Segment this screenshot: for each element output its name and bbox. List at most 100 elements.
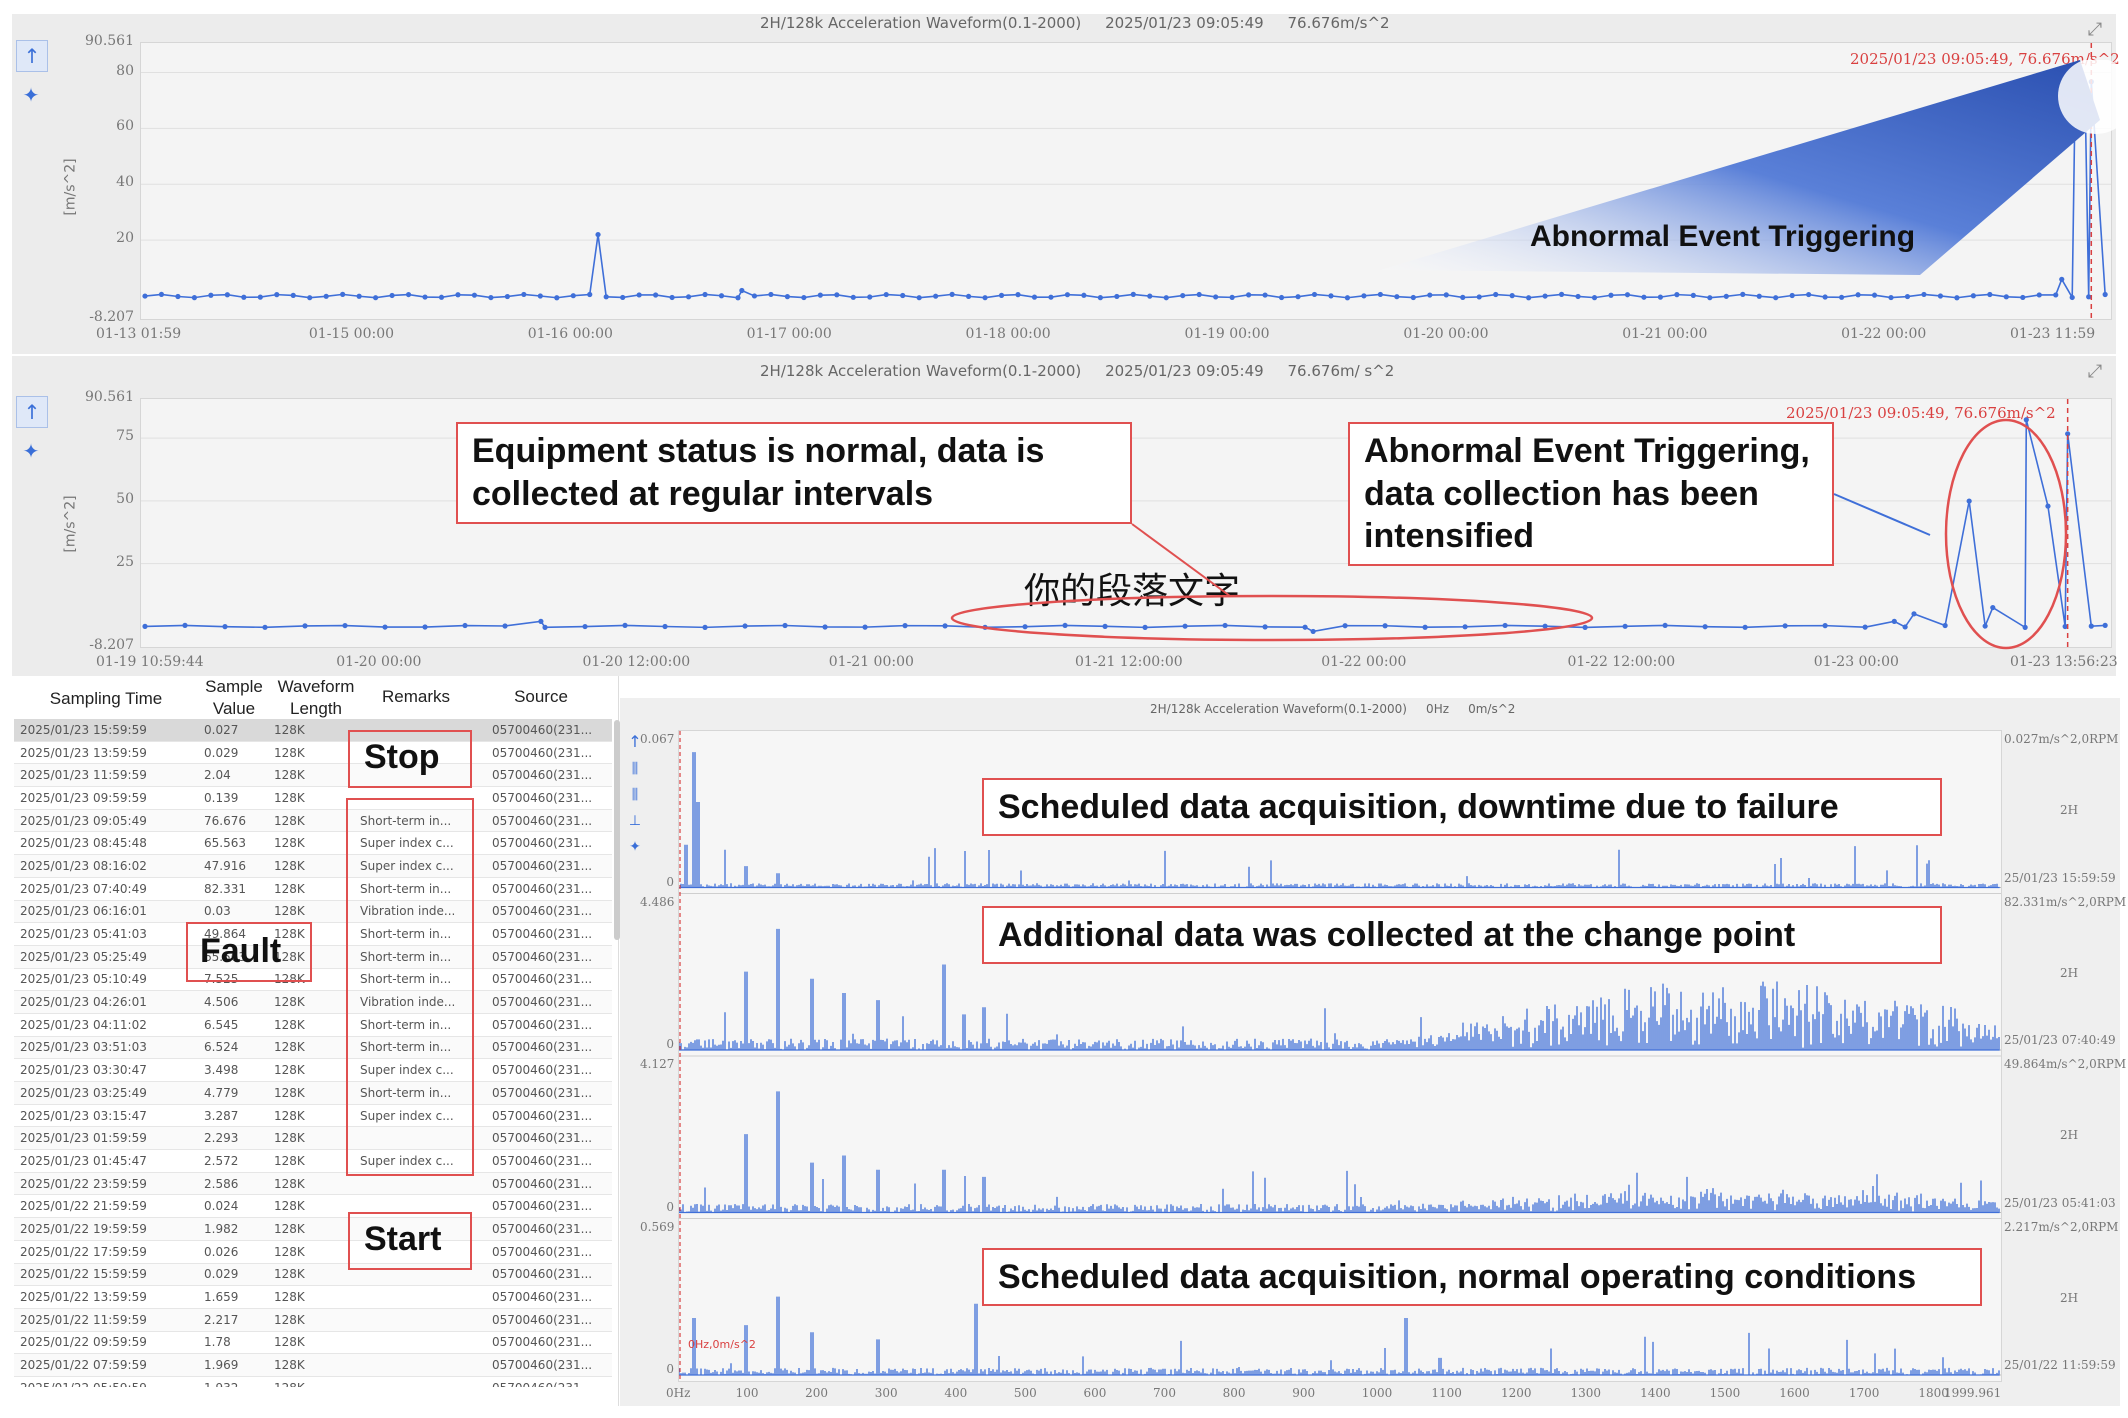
table-row[interactable]: 2025/01/22 19:59:59 1.982 128K 05700460(231… bbox=[14, 1217, 612, 1241]
side-value-label: 82.331m/s^2,0RPM bbox=[2004, 894, 2127, 909]
cell-value: 47.916 bbox=[198, 854, 268, 878]
table-row[interactable]: 2025/01/23 06:16:01 0.03 128K Vibration ind… bbox=[14, 900, 612, 924]
cell-value: 6.524 bbox=[198, 1036, 268, 1060]
crosshair-icon[interactable]: ✦ bbox=[620, 832, 650, 862]
table-row[interactable]: 2025/01/23 04:26:01 4.506 128K Vibration in… bbox=[14, 990, 612, 1014]
normal-conditions-callout: Scheduled data acquisition, normal opera… bbox=[982, 1248, 1982, 1306]
table-row[interactable]: 2025/01/23 01:59:59 2.293 128K 05700460(231… bbox=[14, 1126, 612, 1151]
cell-value: 1.659 bbox=[198, 1285, 268, 1309]
cell-length: 128K bbox=[268, 1353, 354, 1377]
cell-time: 2025/01/22 11:59:59 bbox=[14, 1308, 198, 1332]
downtime-callout: Scheduled data acquisition, downtime due… bbox=[982, 778, 1942, 836]
col-header-remarks[interactable]: Remarks bbox=[366, 686, 466, 708]
cell-source: 05700460(231... bbox=[486, 968, 612, 992]
x-tick-label: 1200 bbox=[1500, 1386, 1532, 1400]
side-channel-label: 2H bbox=[2060, 1290, 2079, 1305]
table-row[interactable]: 2025/01/22 11:59:59 2.217 128K 05700460(231… bbox=[14, 1308, 612, 1332]
cell-value: 0.139 bbox=[198, 786, 268, 810]
cell-time: 2025/01/22 17:59:59 bbox=[14, 1240, 198, 1264]
table-row[interactable]: 2025/01/23 03:51:03 6.524 128K Short-term i… bbox=[14, 1036, 612, 1060]
y-max-label: 4.127 bbox=[640, 1057, 675, 1071]
cell-time: 2025/01/23 15:59:59 bbox=[14, 719, 198, 742]
col-header-time[interactable]: Sampling Time bbox=[36, 688, 176, 710]
cell-length: 128K bbox=[268, 1013, 354, 1037]
cell-length: 128K bbox=[268, 741, 354, 765]
table-row[interactable]: 2025/01/22 17:59:59 0.026 128K 05700460(231… bbox=[14, 1240, 612, 1264]
x-tick-label: 200 bbox=[805, 1386, 829, 1400]
x-tick-label: 800 bbox=[1222, 1386, 1246, 1400]
table-row[interactable]: 2025/01/22 15:59:59 0.029 128K 05700460(231… bbox=[14, 1263, 612, 1287]
cell-remarks bbox=[354, 1331, 486, 1355]
cell-source: 05700460(231... bbox=[486, 1331, 612, 1355]
cell-time: 2025/01/23 01:45:47 bbox=[14, 1149, 198, 1173]
cell-value: 3.498 bbox=[198, 1058, 268, 1082]
start-label: Start bbox=[364, 1220, 442, 1258]
x-tick-label: 1500 bbox=[1709, 1386, 1741, 1400]
cell-source: 05700460(231... bbox=[486, 719, 612, 742]
table-row[interactable]: 2025/01/23 09:59:59 0.139 128K 05700460(231… bbox=[14, 786, 612, 810]
x-tick-label: 300 bbox=[874, 1386, 898, 1400]
table-row[interactable]: 2025/01/22 21:59:59 0.024 128K 05700460(231… bbox=[14, 1194, 612, 1219]
cell-length: 128K bbox=[268, 1104, 354, 1128]
cell-value: 2.293 bbox=[198, 1126, 268, 1151]
cell-length: 128K bbox=[268, 809, 354, 833]
annotation-overlay bbox=[950, 418, 2068, 650]
table-row[interactable]: 2025/01/23 05:25:49 65.563 128K Short-term … bbox=[14, 945, 612, 969]
cell-value: 2.586 bbox=[198, 1172, 268, 1196]
side-value-label: 0.027m/s^2,0RPM bbox=[2004, 732, 2119, 746]
side-time-label: 25/01/22 11:59:59 bbox=[2004, 1358, 2116, 1372]
cell-source: 05700460(231... bbox=[486, 1376, 612, 1387]
table-row[interactable]: 2025/01/23 08:45:48 65.563 128K Super index… bbox=[14, 831, 612, 856]
y-max-label: 0.569 bbox=[640, 1219, 675, 1234]
side-channel-label: 2H bbox=[2060, 1128, 2079, 1143]
col-header-value[interactable]: Sample Value bbox=[194, 676, 274, 720]
cell-time: 2025/01/22 23:59:59 bbox=[14, 1172, 198, 1196]
table-row[interactable]: 2025/01/23 07:40:49 82.331 128K Short-term … bbox=[14, 877, 612, 901]
cell-time: 2025/01/22 05:59:59 bbox=[14, 1376, 198, 1387]
table-row[interactable]: 2025/01/23 03:30:47 3.498 128K Super index … bbox=[14, 1058, 612, 1082]
table-row[interactable]: 2025/01/22 13:59:59 1.659 128K 05700460(231… bbox=[14, 1285, 612, 1309]
cell-time: 2025/01/23 07:40:49 bbox=[14, 877, 198, 901]
cell-time: 2025/01/23 13:59:59 bbox=[14, 741, 198, 765]
cell-source: 05700460(231... bbox=[486, 786, 612, 810]
table-row[interactable]: 2025/01/22 23:59:59 2.586 128K 05700460(231… bbox=[14, 1172, 612, 1196]
table-row[interactable]: 2025/01/23 13:59:59 0.029 128K 05700460(231… bbox=[14, 741, 612, 765]
cell-value: 6.545 bbox=[198, 1013, 268, 1037]
cell-length: 128K bbox=[268, 1331, 354, 1355]
table-row[interactable]: 2025/01/23 03:25:49 4.779 128K Short-term i… bbox=[14, 1081, 612, 1105]
cell-value: 1.982 bbox=[198, 1217, 268, 1241]
table-row[interactable]: 2025/01/23 05:41:03 49.864 128K Short-term … bbox=[14, 922, 612, 946]
table-row[interactable]: 2025/01/23 11:59:59 2.04 128K 05700460(231.… bbox=[14, 763, 612, 788]
cell-length: 128K bbox=[268, 831, 354, 856]
table-row[interactable]: 2025/01/23 09:05:49 76.676 128K Short-term … bbox=[14, 809, 612, 833]
table-row[interactable]: 2025/01/22 05:59:591.932128K 05700460(231… bbox=[14, 1376, 612, 1387]
y-max-label: 4.486 bbox=[640, 894, 675, 909]
table-row[interactable]: 2025/01/23 15:59:59 0.027 128K 05700460(231… bbox=[14, 719, 612, 742]
cell-time: 2025/01/23 11:59:59 bbox=[14, 763, 198, 788]
spectrum-series bbox=[679, 1296, 2000, 1376]
spectrum-series bbox=[679, 1091, 2000, 1214]
cell-value: 4.506 bbox=[198, 990, 268, 1014]
cell-source: 05700460(231... bbox=[486, 1308, 612, 1332]
col-header-source[interactable]: Source bbox=[496, 686, 586, 708]
cell-value: 4.779 bbox=[198, 1081, 268, 1105]
table-row[interactable]: 2025/01/23 03:15:47 3.287 128K Super index … bbox=[14, 1104, 612, 1128]
table-row[interactable]: 2025/01/23 05:10:49 7.525 128K Short-term i… bbox=[14, 968, 612, 992]
table-row[interactable]: 2025/01/23 08:16:02 47.916 128K Super index… bbox=[14, 854, 612, 878]
side-time-label: 25/01/23 05:41:03 bbox=[2004, 1195, 2116, 1210]
table-row[interactable]: 2025/01/23 04:11:02 6.545 128K Short-term i… bbox=[14, 1013, 612, 1037]
cell-value: 82.331 bbox=[198, 877, 268, 901]
cell-time: 2025/01/23 03:25:49 bbox=[14, 1081, 198, 1105]
cell-source: 05700460(231... bbox=[486, 741, 612, 765]
table-row[interactable]: 2025/01/22 09:59:59 1.78 128K 05700460(231.… bbox=[14, 1331, 612, 1355]
side-value-label: 2.217m/s^2,0RPM bbox=[2004, 1219, 2119, 1234]
table-row[interactable]: 2025/01/23 01:45:47 2.572 128K Super index … bbox=[14, 1149, 612, 1173]
x-tick-label: 500 bbox=[1013, 1386, 1037, 1400]
cell-time: 2025/01/23 09:05:49 bbox=[14, 809, 198, 833]
cell-length: 128K bbox=[268, 1285, 354, 1309]
table-row[interactable]: 2025/01/22 07:59:59 1.969 128K 05700460(231… bbox=[14, 1353, 612, 1377]
cell-value: 2.572 bbox=[198, 1149, 268, 1173]
side-time-label: 25/01/23 07:40:49 bbox=[2004, 1033, 2116, 1047]
col-header-length[interactable]: Waveform Length bbox=[266, 676, 366, 720]
cell-source: 05700460(231... bbox=[486, 831, 612, 856]
